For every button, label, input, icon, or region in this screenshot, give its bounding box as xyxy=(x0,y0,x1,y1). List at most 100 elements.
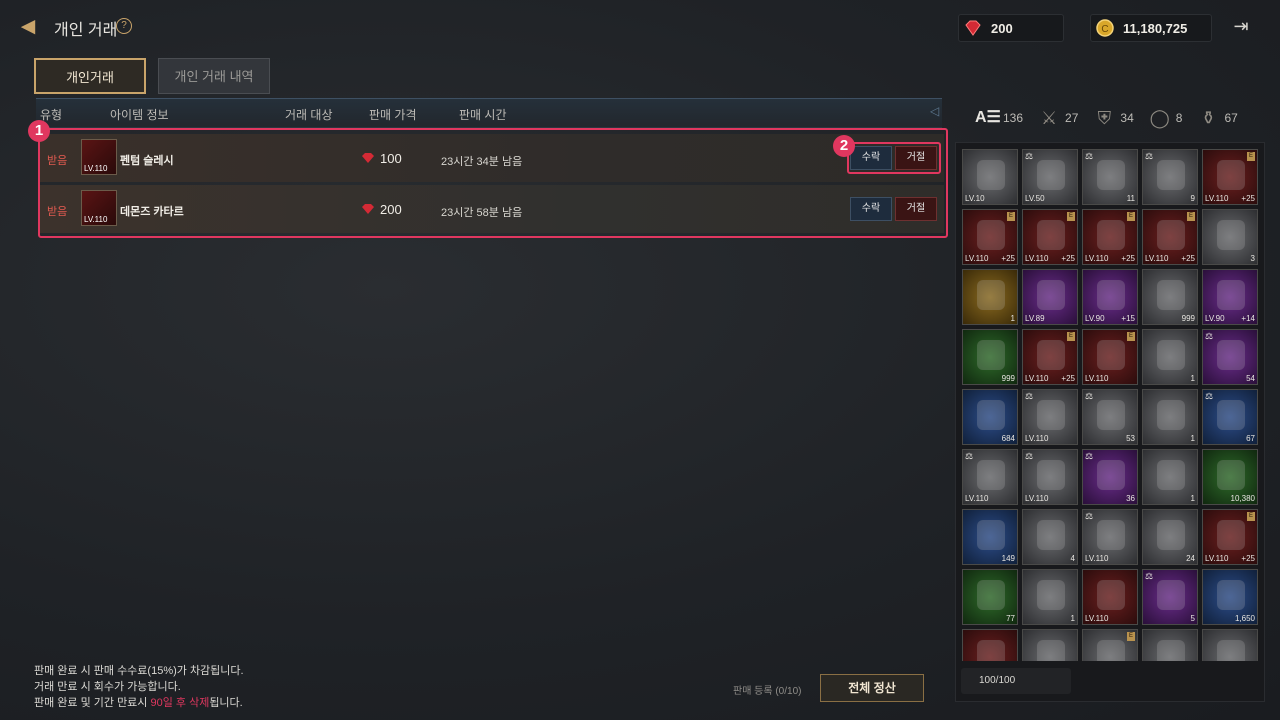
inventory-slot[interactable]: LV.110 xyxy=(1082,569,1138,625)
inventory-slot[interactable]: 999 xyxy=(1142,269,1198,325)
category-accessory[interactable]: ◯ 8 xyxy=(1148,108,1183,128)
item-icon xyxy=(1157,640,1185,661)
item-icon xyxy=(1157,220,1185,250)
inventory-slot[interactable]: ⚖ LV.110 xyxy=(1022,449,1078,505)
slot-count: 9 xyxy=(1190,194,1195,203)
category-weapon[interactable]: ⚔ 27 xyxy=(1037,108,1078,128)
highlight-box-rows xyxy=(38,128,948,238)
inventory-slot[interactable]: 1 xyxy=(962,269,1018,325)
inventory-slot[interactable]: ⚖ LV.110 xyxy=(1022,389,1078,445)
inventory-slot[interactable]: E LV.110 +25 xyxy=(1082,209,1138,265)
inventory-slot[interactable]: E LV.110 +25 xyxy=(1202,149,1258,205)
item-icon xyxy=(1037,400,1065,430)
slot-count: 4 xyxy=(1070,554,1075,563)
category-count: 27 xyxy=(1065,111,1079,125)
slot-count: 11 xyxy=(1126,194,1135,203)
inventory-slot[interactable]: 10,380 xyxy=(1202,449,1258,505)
inventory-slot[interactable]: 684 xyxy=(962,389,1018,445)
item-icon xyxy=(1097,220,1125,250)
slot-count: 149 xyxy=(1001,554,1015,563)
item-icon xyxy=(1157,160,1185,190)
inventory-slot[interactable]: ⚖ 53 xyxy=(1082,389,1138,445)
item-icon xyxy=(1037,580,1065,610)
inventory-slot[interactable]: E LV.110 +25 xyxy=(1142,209,1198,265)
inventory-slot[interactable]: ⚖ 11 xyxy=(1082,149,1138,205)
category-all[interactable]: A☰ 136 xyxy=(975,108,1023,128)
inventory-slot[interactable]: 1 xyxy=(1022,569,1078,625)
gold-amount: 11,180,725 xyxy=(1123,20,1188,36)
category-consumable[interactable]: ⚱ 67 xyxy=(1196,108,1238,128)
collapse-icon[interactable]: ◁ xyxy=(930,104,939,118)
inventory-slot[interactable]: ⚖ LV.110 xyxy=(1082,509,1138,565)
inventory-slot[interactable]: 3 xyxy=(1202,209,1258,265)
slot-count: 10,380 xyxy=(1230,494,1255,503)
slot-count: +25 xyxy=(1121,254,1135,263)
inventory-slot[interactable]: E LV.110 +25 xyxy=(1202,509,1258,565)
ring-icon: ◯ xyxy=(1149,108,1170,128)
inventory-slot[interactable]: ⚖ 67 xyxy=(1202,389,1258,445)
inventory-slot[interactable]: ⚖ 54 xyxy=(1202,329,1258,385)
inventory-slot[interactable]: ⚖ LV.50 xyxy=(1022,149,1078,205)
item-icon xyxy=(1157,340,1185,370)
item-icon xyxy=(977,280,1005,310)
inventory-slot[interactable]: E LV.110 +25 xyxy=(1022,329,1078,385)
fee-note: 판매 완료 시 판매 수수료(15%)가 차감됩니다. xyxy=(34,665,244,677)
slot-level: LV.110 xyxy=(1145,254,1169,263)
inventory-slot[interactable]: 1 xyxy=(1142,329,1198,385)
inventory-slot[interactable]: 77 xyxy=(962,569,1018,625)
category-armor[interactable]: ⛨ 34 xyxy=(1092,108,1134,128)
item-icon xyxy=(977,580,1005,610)
inventory-slot[interactable]: E LV.110 +25 xyxy=(1022,209,1078,265)
inventory-slot[interactable]: 24 xyxy=(1142,509,1198,565)
column-sale-time: 판매 시간 xyxy=(459,108,507,122)
inventory-slot[interactable]: E LV.110 +25 xyxy=(962,209,1018,265)
slot-count: 36 xyxy=(1126,494,1135,503)
red-gem-icon xyxy=(965,20,981,36)
inventory-slot[interactable]: 1,650 xyxy=(1202,569,1258,625)
slot-level: LV.110 xyxy=(1025,494,1049,503)
help-icon[interactable]: ? xyxy=(116,18,132,34)
slot-level: LV.89 xyxy=(1025,314,1045,323)
item-icon xyxy=(1217,220,1245,250)
inventory-slot[interactable]: ⚖ 9 xyxy=(1142,149,1198,205)
item-icon xyxy=(977,160,1005,190)
inventory-slot[interactable]: LV.90 +14 xyxy=(1202,269,1258,325)
exit-icon[interactable]: ⇥ xyxy=(1230,15,1252,37)
inventory-slot[interactable]: E LV.110 xyxy=(1082,329,1138,385)
inventory-slot[interactable]: 1 xyxy=(1142,449,1198,505)
slot-count: 1,650 xyxy=(1234,614,1255,623)
tradable-icon: ⚖ xyxy=(1145,151,1154,161)
inventory-slot[interactable] xyxy=(1142,629,1198,661)
inventory-slot[interactable]: LV.90 +15 xyxy=(1082,269,1138,325)
equipped-badge-icon: E xyxy=(1067,332,1075,341)
category-count: 34 xyxy=(1120,111,1134,125)
inventory-slot[interactable]: 149 xyxy=(962,509,1018,565)
slot-level: LV.110 xyxy=(965,254,989,263)
inventory-grid: LV.10 ⚖ LV.50 ⚖ 11 ⚖ 9 E LV.110 +25 E LV.110 +25 E LV.… xyxy=(962,149,1262,661)
settle-all-button[interactable]: 전체 정산 xyxy=(820,674,924,702)
inventory-slot[interactable]: ⚖ 5 xyxy=(1142,569,1198,625)
item-icon xyxy=(1157,400,1185,430)
inventory-slot[interactable]: 1 xyxy=(1142,389,1198,445)
item-icon xyxy=(1217,280,1245,310)
inventory-slot[interactable]: 999 xyxy=(962,329,1018,385)
slot-level: LV.110 xyxy=(965,494,989,503)
back-arrow-icon[interactable]: ◄ xyxy=(12,12,44,42)
inventory-slot[interactable]: LV.10 xyxy=(962,149,1018,205)
tab-private-trade[interactable]: 개인거래 xyxy=(34,58,146,94)
inventory-slot[interactable]: E xyxy=(1082,629,1138,661)
inventory-slot[interactable]: 4 xyxy=(1022,509,1078,565)
inventory-slot[interactable] xyxy=(1202,629,1258,661)
tab-trade-history[interactable]: 개인 거래 내역 xyxy=(158,58,270,94)
inventory-slot[interactable] xyxy=(1022,629,1078,661)
tradable-icon: ⚖ xyxy=(1085,151,1094,161)
category-count: 67 xyxy=(1224,111,1238,125)
inventory-slot[interactable] xyxy=(962,629,1018,661)
inventory-slot[interactable]: ⚖ 36 xyxy=(1082,449,1138,505)
slot-level: LV.110 xyxy=(1205,194,1229,203)
inventory-slot[interactable]: ⚖ LV.110 xyxy=(962,449,1018,505)
slot-level: LV.110 xyxy=(1025,254,1049,263)
equipped-badge-icon: E xyxy=(1127,632,1135,641)
inventory-slot[interactable]: LV.89 xyxy=(1022,269,1078,325)
inventory-capacity: 100/100 xyxy=(961,668,1071,694)
